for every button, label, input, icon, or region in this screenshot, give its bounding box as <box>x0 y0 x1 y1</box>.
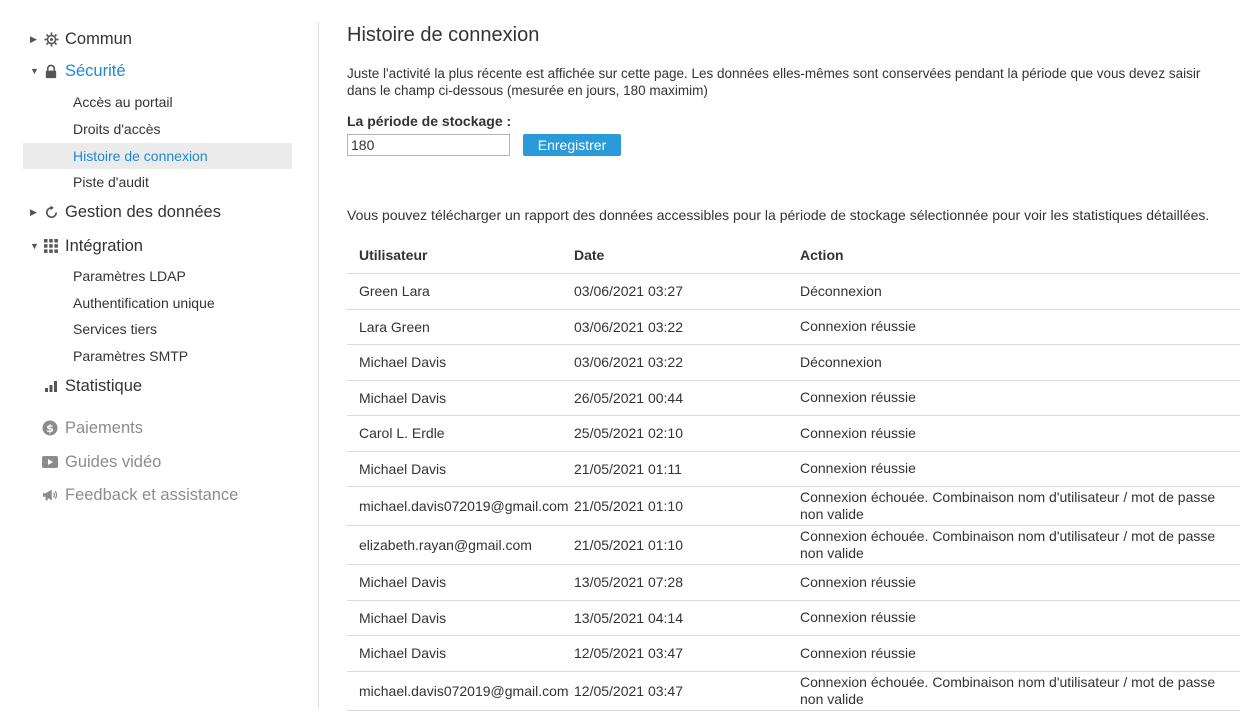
storage-period-input[interactable] <box>347 134 510 156</box>
caret-down-icon: ▼ <box>30 241 39 251</box>
caret-down-icon: ▼ <box>30 66 39 76</box>
bar-chart-icon <box>43 378 59 394</box>
main-content: Histoire de connexion Juste l'activité l… <box>347 0 1240 711</box>
sidebar-group-label: Intégration <box>65 236 143 255</box>
sidebar-divider <box>318 22 319 708</box>
report-info-text: Vous pouvez télécharger un rapport des d… <box>347 207 1210 223</box>
cell-action: Connexion réussie <box>800 318 916 335</box>
cell-user: Michael Davis <box>359 354 447 371</box>
refresh-icon <box>43 204 59 220</box>
table-row: Green Lara 03/06/2021 03:27 Déconnexion <box>347 274 1240 310</box>
save-button[interactable]: Enregistrer <box>523 134 621 156</box>
cell-date: 12/05/2021 03:47 <box>574 645 683 662</box>
gear-icon <box>43 31 59 47</box>
sidebar-group-gestion-donnees[interactable]: ▶ Gestion des données <box>30 199 221 225</box>
table-row: Michael Davis 26/05/2021 00:44 Connexion r… <box>347 381 1240 416</box>
table-body: Green Lara 03/06/2021 03:27 Déconnexion Lar… <box>347 274 1240 711</box>
sidebar-group-statistique[interactable]: Statistique <box>30 373 142 399</box>
cell-date: 13/05/2021 07:28 <box>574 574 683 591</box>
table-header: Utilisateur Date Action <box>347 237 1240 274</box>
sidebar-item-sso[interactable]: Authentification unique <box>23 290 292 316</box>
grid-icon <box>43 238 59 254</box>
sidebar-link-feedback[interactable]: Feedback et assistance <box>42 484 238 506</box>
cell-action: Connexion échouée. Combinaison nom d'uti… <box>800 673 1216 707</box>
cell-action: Déconnexion <box>800 282 882 299</box>
column-header-action: Action <box>800 246 844 263</box>
cell-action: Connexion réussie <box>800 573 916 590</box>
sidebar-group-integration[interactable]: ▼ Intégration <box>30 233 143 259</box>
cell-user: michael.davis072019@gmail.com <box>359 682 569 699</box>
page-description: Juste l'activité la plus récente est aff… <box>347 66 1201 98</box>
sidebar-link-paiements[interactable]: $ Paiements <box>42 417 143 439</box>
cell-date: 25/05/2021 02:10 <box>574 425 683 442</box>
table-row: michael.davis072019@gmail.com 12/05/2021 … <box>347 672 1240 711</box>
cell-action: Connexion réussie <box>800 424 916 441</box>
cell-date: 03/06/2021 03:22 <box>574 318 683 335</box>
sidebar-item-piste-audit[interactable]: Piste d'audit <box>23 169 292 195</box>
sidebar-item-ldap[interactable]: Paramètres LDAP <box>23 263 292 289</box>
cell-user: Michael Davis <box>359 609 447 626</box>
cell-action: Connexion échouée. Combinaison nom d'uti… <box>800 489 1216 522</box>
sidebar-group-commun[interactable]: ▶ Commun <box>30 26 132 52</box>
caret-right-icon: ▶ <box>30 33 37 44</box>
sidebar-item-services-tiers[interactable]: Services tiers <box>23 316 292 342</box>
lock-icon <box>43 63 59 79</box>
cell-action: Connexion réussie <box>800 609 916 626</box>
sidebar-group-label: Sécurité <box>65 61 126 80</box>
table-row: elizabeth.rayan@gmail.com 21/05/2021 01:1… <box>347 526 1240 565</box>
page-title: Histoire de connexion <box>347 24 540 46</box>
dollar-circle-icon: $ <box>42 420 58 436</box>
cell-date: 03/06/2021 03:22 <box>574 354 683 371</box>
cell-user: Lara Green <box>359 318 430 335</box>
cell-user: elizabeth.rayan@gmail.com <box>359 537 532 553</box>
cell-user: michael.davis072019@gmail.com <box>359 498 569 514</box>
cell-user: Green Lara <box>359 283 430 300</box>
sidebar-group-label: Statistique <box>65 376 143 395</box>
table-row: Carol L. Erdle 25/05/2021 02:10 Connexion … <box>347 416 1240 452</box>
cell-user: Michael Davis <box>359 645 447 662</box>
sidebar-group-label: Commun <box>65 29 132 48</box>
cell-date: 26/05/2021 00:44 <box>574 389 683 406</box>
cell-action: Connexion réussie <box>800 644 916 661</box>
megaphone-icon <box>42 487 58 503</box>
video-play-icon <box>42 454 58 470</box>
login-history-table: Utilisateur Date Action Green Lara 03/06/… <box>347 237 1240 711</box>
sidebar: ▶ Commun ▼ Sécurité Accès au portail Dro… <box>0 0 300 708</box>
column-header-date: Date <box>574 247 605 263</box>
cell-date: 13/05/2021 04:14 <box>574 609 683 626</box>
cell-action: Déconnexion <box>800 353 882 370</box>
column-header-user: Utilisateur <box>359 247 428 263</box>
cell-action: Connexion échouée. Combinaison nom d'uti… <box>800 528 1216 561</box>
cell-date: 12/05/2021 03:47 <box>574 682 683 699</box>
table-row: Michael Davis 21/05/2021 01:11 Connexion r… <box>347 452 1240 487</box>
table-row: Michael Davis 13/05/2021 04:14 Connexion r… <box>347 601 1240 636</box>
sidebar-item-droits-acces[interactable]: Droits d'accès <box>23 116 292 142</box>
cell-action: Connexion réussie <box>800 389 916 406</box>
cell-user: Carol L. Erdle <box>359 425 445 442</box>
table-row: Michael Davis 13/05/2021 07:28 Connexion r… <box>347 565 1240 601</box>
sidebar-item-acces-portail[interactable]: Accès au portail <box>23 89 292 115</box>
sidebar-group-label: Gestion des données <box>65 202 221 221</box>
cell-date: 21/05/2021 01:10 <box>574 537 683 553</box>
cell-date: 03/06/2021 03:27 <box>574 283 683 300</box>
table-row: Lara Green 03/06/2021 03:22 Connexion réus… <box>347 310 1240 345</box>
table-row: Michael Davis 12/05/2021 03:47 Connexion r… <box>347 636 1240 672</box>
table-row: michael.davis072019@gmail.com 21/05/2021 … <box>347 487 1240 526</box>
cell-user: Michael Davis <box>359 460 447 477</box>
sidebar-item-smtp[interactable]: Paramètres SMTP <box>23 343 292 369</box>
sidebar-group-securite[interactable]: ▼ Sécurité <box>30 58 126 84</box>
cell-date: 21/05/2021 01:10 <box>574 498 683 514</box>
sidebar-item-histoire-connexion[interactable]: Histoire de connexion <box>23 143 292 169</box>
sidebar-link-guides-video[interactable]: Guides vidéo <box>42 451 161 473</box>
cell-user: Michael Davis <box>359 389 447 406</box>
caret-right-icon: ▶ <box>30 206 37 217</box>
cell-action: Connexion réussie <box>800 460 916 477</box>
svg-text:$: $ <box>46 422 54 435</box>
storage-period-label: La période de stockage : <box>347 113 512 129</box>
table-row: Michael Davis 03/06/2021 03:22 Déconnexion <box>347 345 1240 381</box>
cell-date: 21/05/2021 01:11 <box>574 460 682 477</box>
cell-user: Michael Davis <box>359 574 447 591</box>
